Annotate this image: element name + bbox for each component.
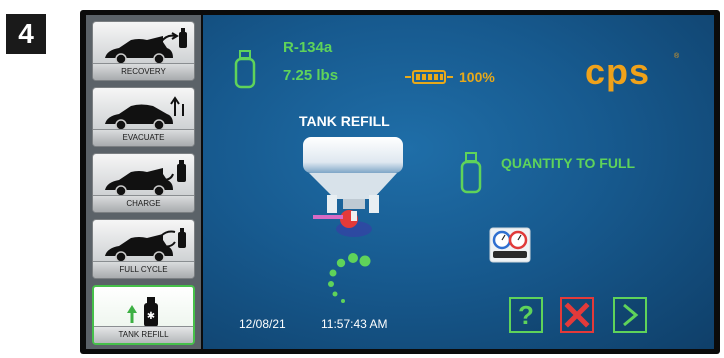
step-number-badge: 4 [6, 14, 46, 54]
car-charge-icon [105, 160, 186, 197]
sidebar-item-label: TANK REFILL [94, 326, 193, 343]
car-recovery-icon [105, 28, 187, 65]
sidebar-item-tank-refill[interactable]: ✱ TANK REFILL [92, 285, 195, 345]
help-button[interactable]: ? [509, 297, 543, 333]
cancel-button[interactable] [560, 297, 594, 333]
manifold-gauge-icon[interactable] [489, 227, 531, 263]
sidebar-item-label: RECOVERY [93, 63, 194, 80]
chevron-right-icon [623, 303, 639, 327]
next-button[interactable] [613, 297, 647, 333]
refrigerant-weight: 7.25 lbs [283, 67, 339, 84]
sidebar-item-label: EVACUATE [93, 129, 194, 146]
car-evacuate-icon [105, 96, 184, 131]
registered-mark: ® [674, 53, 680, 60]
sidebar-item-full-cycle[interactable]: FULL CYCLE [92, 219, 195, 279]
battery-icon [405, 70, 453, 84]
sidebar-item-label: CHARGE [93, 195, 194, 212]
refrigerant-type: R-134a [283, 39, 333, 56]
sidebar-item-evacuate[interactable]: EVACUATE [92, 87, 195, 147]
time-display: 11:57:43 AM [321, 317, 388, 331]
sidebar-item-label: FULL CYCLE [93, 261, 194, 278]
page-title: TANK REFILL [299, 113, 390, 129]
refrigerant-cylinder-icon [234, 50, 256, 89]
svg-text:✱: ✱ [147, 311, 155, 322]
quantity-to-full-label: QUANTITY TO FULL [501, 155, 636, 171]
sidebar-item-recovery[interactable]: RECOVERY [92, 21, 195, 81]
close-icon [564, 302, 590, 328]
quantity-cylinder-icon [460, 152, 482, 194]
battery-percent: 100% [459, 69, 495, 85]
cps-logo: cps [585, 51, 651, 92]
progress-spinner-icon [328, 253, 371, 303]
date-display: 12/08/21 [239, 317, 286, 331]
sidebar: RECOVERY EVACUATE CHARGE FULL CYCLE ✱ TA… [86, 15, 201, 349]
sidebar-item-charge[interactable]: CHARGE [92, 153, 195, 213]
refill-tank-illustration [303, 137, 403, 237]
car-full-cycle-icon [105, 228, 186, 263]
main-screen: R-134a 7.25 lbs 100% cps ® TANK REFILL Q… [203, 15, 714, 349]
